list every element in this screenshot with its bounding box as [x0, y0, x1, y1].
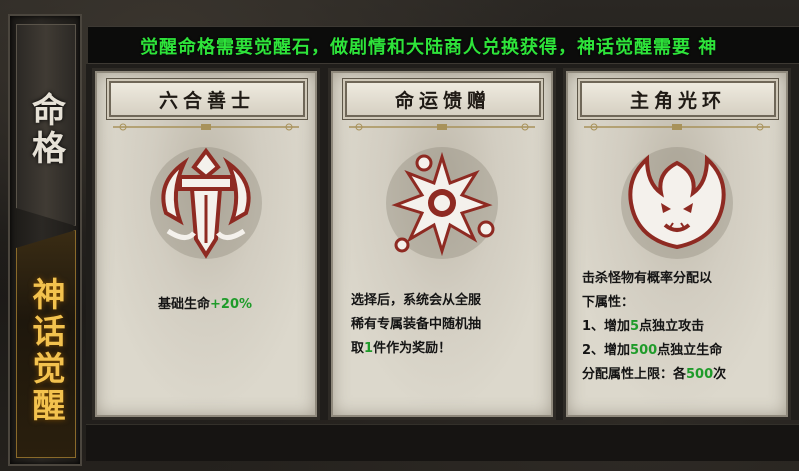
description-line: 选择后，系统会从全服 [351, 289, 537, 313]
card-title-plate: 六合善士 [109, 81, 305, 117]
ornament-divider [113, 123, 299, 131]
description-line: 击杀怪物有概率分配以 [582, 267, 778, 291]
card-title: 六合善士 [158, 89, 255, 112]
tab-mingge-label: 命格 [25, 92, 66, 168]
description-line: 分配属性上限：各500次 [582, 363, 778, 387]
ornament-divider [584, 123, 770, 131]
sword-shield-icon [150, 147, 262, 259]
description-text: 1、增加 [582, 319, 631, 334]
description-text: 2、增加 [582, 343, 631, 358]
bottom-bar [86, 424, 799, 461]
description-text: 点独立生命 [657, 343, 723, 358]
description-line: 稀有专属装备中随机抽 [351, 313, 537, 337]
tab-myth-awakening-label: 神话觉醒 [27, 277, 66, 425]
card-title-plate: 命运馈赠 [345, 81, 541, 117]
description-text: 选择后，系统会从全服 [351, 293, 482, 308]
talent-card[interactable]: 命运馈赠 选择后，系统会从全服 稀有专属装备中随机抽 取1件作为奖励！ [328, 68, 556, 420]
card-description: 击杀怪物有概率分配以 下属性： 1、增加5点独立攻击 2、增加500点独立生命 分配属性… [582, 267, 778, 387]
tab-mingge[interactable]: 命格 [16, 24, 76, 226]
notice-marquee: 觉醒命格需要觉醒石，做剧情和大陆商人兑换获得，神话觉醒需要 神 [88, 26, 799, 64]
description-text: 击杀怪物有概率分配以 [582, 271, 713, 286]
description-line: 1、增加5点独立攻击 [582, 315, 778, 339]
card-title-plate: 主角光环 [580, 81, 776, 117]
description-line: 基础生命+20% [105, 293, 305, 317]
description-line: 取1件作为奖励！ [351, 337, 537, 361]
side-nav: 命格 神话觉醒 [8, 14, 82, 466]
card-description: 选择后，系统会从全服 稀有专属装备中随机抽 取1件作为奖励！ [351, 289, 537, 361]
description-text: 基础生命 [157, 297, 210, 312]
value-highlight: 500 [630, 343, 658, 358]
description-text: 次 [713, 367, 727, 382]
talent-card[interactable]: 主角光环 击杀怪物有概率分配以 下属性： 1、增加5点独立攻击 2、增加500点独立生… [563, 68, 791, 420]
card-description: 基础生命+20% [105, 293, 305, 317]
description-text: 分配属性上限：各 [582, 367, 687, 382]
card-title: 命运馈赠 [394, 89, 491, 112]
description-text: 点独立攻击 [639, 319, 705, 334]
dragon-head-icon [621, 147, 733, 259]
card-title: 主角光环 [629, 89, 726, 112]
description-text: 稀有专属装备中随机抽 [351, 317, 482, 332]
notice-text: 觉醒命格需要觉醒石，做剧情和大陆商人兑换获得，神话觉醒需要 神 [140, 37, 718, 58]
value-highlight: 500 [686, 367, 714, 382]
description-line: 2、增加500点独立生命 [582, 339, 778, 363]
description-text: 件作为奖励！ [373, 341, 452, 356]
value-highlight: 5 [630, 319, 640, 334]
description-line: 下属性： [582, 291, 778, 315]
description-text: 取 [351, 341, 365, 356]
tab-myth-awakening[interactable]: 神话觉醒 [16, 230, 76, 458]
ornament-divider [349, 123, 535, 131]
description-text: 下属性： [582, 295, 635, 310]
value-highlight: +20% [210, 297, 253, 312]
spiked-orb-icon [386, 147, 498, 259]
talent-card[interactable]: 六合善士 基础生命+20% [92, 68, 320, 420]
value-highlight: 1 [364, 341, 374, 356]
